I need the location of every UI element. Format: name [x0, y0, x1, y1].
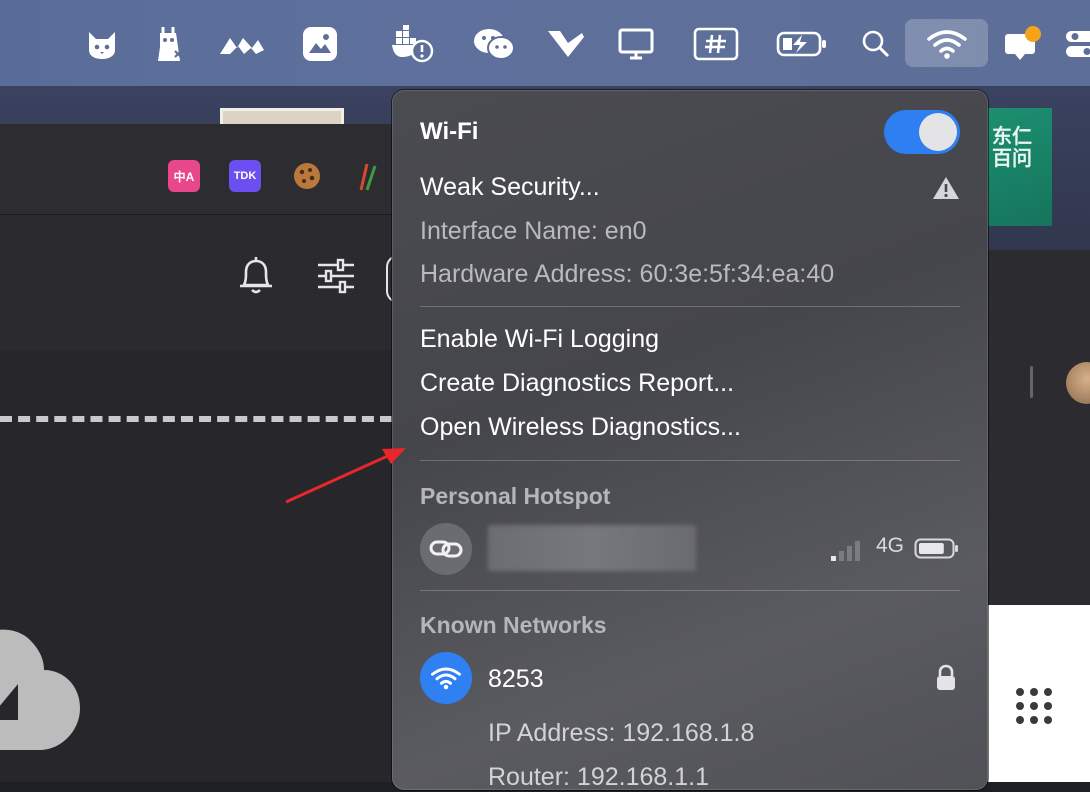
hotspot-device-name-redacted[interactable]: [488, 525, 696, 571]
wifi-menu-title: Wi-Fi: [420, 117, 478, 147]
control-center-icon[interactable]: [1062, 22, 1090, 66]
known-network-name[interactable]: 8253: [488, 664, 544, 694]
sliders-icon[interactable]: [316, 257, 356, 300]
open-wireless-diagnostics-item[interactable]: Open Wireless Diagnostics...: [420, 412, 741, 442]
search-icon[interactable]: [854, 22, 898, 66]
warning-icon: [932, 176, 960, 200]
book-cover-text: 东仁百问: [992, 125, 1032, 169]
hardware-address: Hardware Address: 60:3e:5f:34:ea:40: [420, 259, 834, 289]
known-network-ip: IP Address: 192.168.1.8: [488, 718, 754, 748]
wifi-toggle[interactable]: [884, 110, 960, 154]
weak-security-item[interactable]: Weak Security...: [420, 172, 600, 202]
known-networks-header: Known Networks: [420, 610, 607, 640]
hotspot-battery-icon: [914, 538, 960, 560]
cookie-extension-icon[interactable]: [291, 160, 323, 192]
menu-divider: [420, 590, 960, 591]
battery-charging-icon[interactable]: [776, 22, 828, 66]
toolbar-separator: [1030, 366, 1033, 398]
personal-hotspot-header: Personal Hotspot: [420, 481, 610, 511]
tdk-extension-icon[interactable]: TDK: [229, 160, 261, 192]
wechat-icon[interactable]: [472, 22, 516, 66]
wifi-icon[interactable]: [922, 22, 972, 66]
photo-icon[interactable]: [298, 22, 342, 66]
hash-icon[interactable]: [692, 22, 740, 66]
app-grid-icon[interactable]: [1016, 688, 1056, 728]
notification-badge: [1025, 26, 1041, 42]
create-diagnostics-report-item[interactable]: Create Diagnostics Report...: [420, 368, 734, 398]
menu-divider: [420, 460, 960, 461]
enable-wifi-logging-item[interactable]: Enable Wi-Fi Logging: [420, 324, 659, 354]
wifi-dropdown-menu: Wi-Fi Weak Security... Interface Name: e…: [392, 90, 988, 790]
mountain-logo-icon[interactable]: [217, 22, 265, 66]
browser-toolbar: 中A TDK: [0, 124, 392, 215]
lock-icon: [935, 664, 957, 692]
dashed-divider: [0, 416, 392, 422]
known-network-router: Router: 192.168.1.1: [488, 762, 709, 792]
display-icon[interactable]: [614, 22, 658, 66]
cloud-upload-icon: [0, 620, 80, 760]
bell-icon[interactable]: [236, 255, 276, 302]
annotation-arrow: [280, 436, 410, 508]
paper-plane-icon[interactable]: [544, 22, 588, 66]
background-window-dark: [988, 250, 1090, 605]
macos-menu-bar: [0, 0, 1090, 86]
known-network-wifi-icon[interactable]: [420, 652, 472, 704]
hotspot-network-type: 4G: [876, 534, 904, 558]
translate-extension-icon[interactable]: 中A: [168, 160, 200, 192]
menu-divider: [420, 306, 960, 307]
chopsticks-extension-icon[interactable]: [352, 160, 384, 192]
cellular-signal-icon: [830, 538, 866, 562]
docker-alert-icon[interactable]: [390, 22, 434, 66]
interface-name: Interface Name: en0: [420, 216, 647, 246]
hotspot-link-icon[interactable]: [420, 523, 472, 575]
cat-icon[interactable]: [80, 22, 124, 66]
wifi-toggle-knob: [919, 113, 957, 151]
alpaca-icon[interactable]: [147, 22, 191, 66]
app-header: [0, 215, 392, 350]
